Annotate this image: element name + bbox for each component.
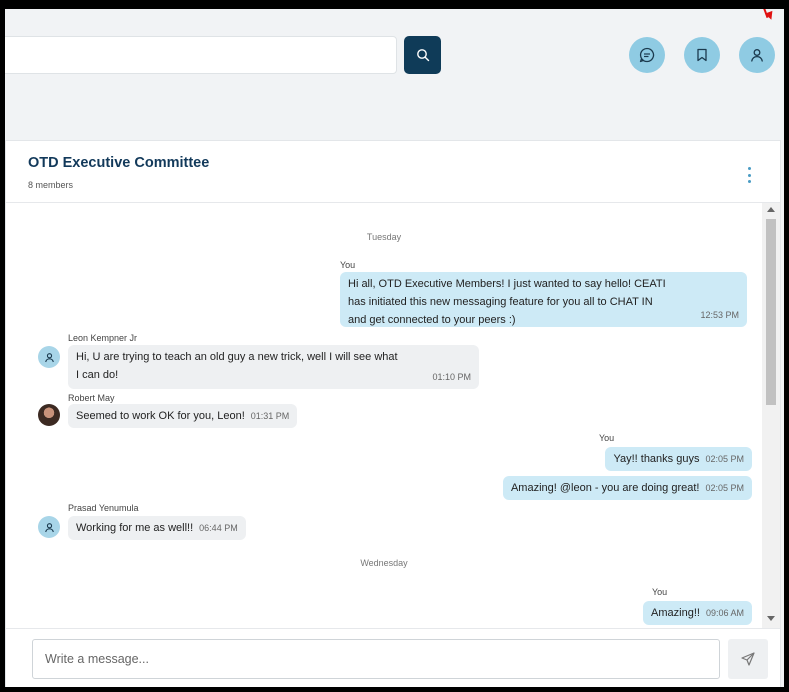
user-icon xyxy=(751,49,763,62)
message-bubble-mine: Hi all, OTD Executive Members! I just wa… xyxy=(340,272,747,327)
avatar xyxy=(38,346,60,368)
message-text: Seemed to work OK for you, Leon! xyxy=(76,410,245,422)
top-bar xyxy=(5,9,784,145)
group-title: OTD Executive Committee xyxy=(28,155,210,171)
message-sender: You xyxy=(652,587,668,597)
message-time: 02:05 PM xyxy=(705,454,744,464)
message-time: 12:53 PM xyxy=(700,310,739,320)
message-text: Amazing! @leon - you are doing great! xyxy=(510,482,700,494)
more-options-icon[interactable] xyxy=(745,167,753,183)
message-bubble-mine: Amazing!! 09:06 AM xyxy=(643,601,752,625)
message-text: Amazing!! xyxy=(651,607,700,619)
user-icon xyxy=(44,352,54,362)
message-text: has initiated this new messaging feature… xyxy=(348,296,653,308)
member-count: 8 members xyxy=(28,180,74,190)
search-input[interactable] xyxy=(5,36,397,74)
message-sender: Robert May xyxy=(68,393,115,403)
app-window: OTD Executive Committee 8 members Tuesda… xyxy=(0,0,789,692)
message-sender: Prasad Yenumula xyxy=(68,503,139,513)
chat-panel: OTD Executive Committee 8 members Tuesda… xyxy=(5,140,781,687)
message-text: I can do! xyxy=(76,369,119,381)
bookmarks-button[interactable] xyxy=(684,37,720,73)
message-bubble-mine: Yay!! thanks guys 02:05 PM xyxy=(605,447,752,471)
bookmark-icon xyxy=(697,48,707,62)
search-button[interactable] xyxy=(404,36,441,74)
user-icon xyxy=(44,522,54,532)
message-text: Working for me as well!! xyxy=(76,522,194,534)
scroll-up-icon[interactable] xyxy=(767,207,775,212)
chat-icon xyxy=(639,47,655,63)
message-composer xyxy=(6,628,780,687)
message-text: Hi, U are trying to teach an old guy a n… xyxy=(76,351,398,363)
day-separator: Tuesday xyxy=(366,232,402,242)
send-icon xyxy=(741,652,755,666)
message-list: Tuesday You Hi all, OTD Executive Member… xyxy=(6,203,762,628)
day-separator: Wednesday xyxy=(360,558,408,568)
message-sender: You xyxy=(340,260,356,270)
message-bubble-mine: Amazing! @leon - you are doing great! 02:… xyxy=(502,476,752,500)
message-text: Yay!! thanks guys xyxy=(613,453,700,465)
scroll-thumb[interactable] xyxy=(766,219,776,405)
message-bubble-other: Seemed to work OK for you, Leon! 01:31 PM xyxy=(68,404,298,428)
avatar xyxy=(38,516,60,538)
message-text: Hi all, OTD Executive Members! I just wa… xyxy=(348,278,666,290)
message-time: 09:06 AM xyxy=(705,608,744,618)
send-button[interactable] xyxy=(728,639,768,679)
message-time: 02:05 PM xyxy=(705,483,744,493)
avatar xyxy=(38,404,60,426)
scroll-down-icon[interactable] xyxy=(767,616,775,621)
messages-button[interactable] xyxy=(629,37,665,73)
message-time: 06:44 PM xyxy=(199,523,238,533)
search-icon xyxy=(416,49,429,62)
message-sender: Leon Kempner Jr xyxy=(68,333,138,343)
message-time: 01:31 PM xyxy=(250,411,290,421)
message-bubble-other: Working for me as well!! 06:44 PM xyxy=(68,516,246,540)
chat-header: OTD Executive Committee 8 members xyxy=(6,141,780,203)
message-bubble-other: Hi, U are trying to teach an old guy a n… xyxy=(68,345,479,389)
message-time: 01:10 PM xyxy=(432,372,471,382)
message-sender: You xyxy=(599,433,615,443)
message-text: and get connected to your peers :) xyxy=(348,314,516,326)
message-scrollbar[interactable] xyxy=(762,203,780,628)
message-input[interactable] xyxy=(32,639,720,679)
profile-button[interactable] xyxy=(739,37,775,73)
